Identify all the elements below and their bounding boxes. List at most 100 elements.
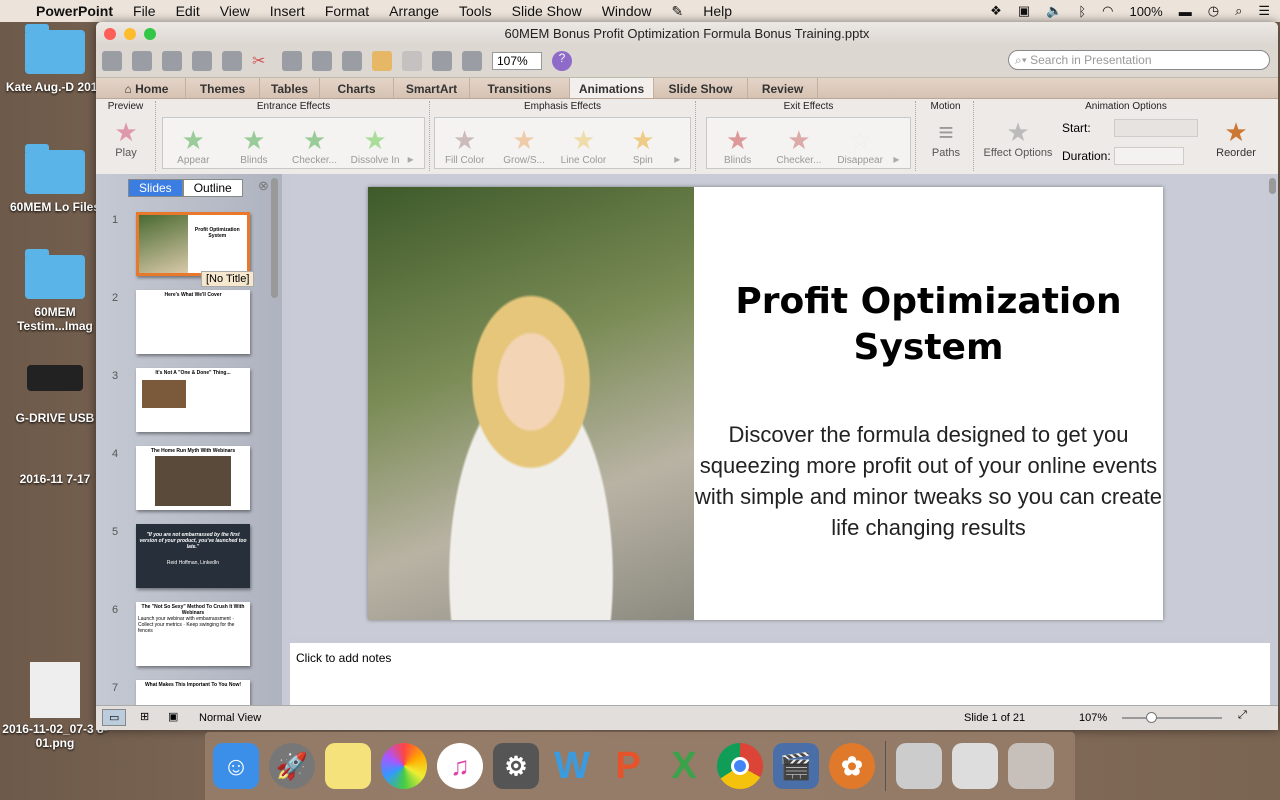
effect-fill-color[interactable]: ★ Fill Color	[437, 125, 493, 166]
powerpoint-icon[interactable]: P	[605, 743, 651, 789]
slide-thumbnail-2[interactable]: Here's What We'll Cover	[136, 290, 250, 354]
new-icon[interactable]	[102, 51, 122, 71]
tab-tables[interactable]: Tables	[260, 78, 320, 98]
tab-transitions[interactable]: Transitions	[470, 78, 570, 98]
gallery-icon[interactable]	[132, 51, 152, 71]
trash-icon[interactable]	[1008, 743, 1054, 789]
effect-options-button[interactable]: ★ Effect Options	[980, 117, 1056, 159]
undo-icon[interactable]	[372, 51, 392, 71]
format-painter-icon[interactable]	[342, 51, 362, 71]
tab-outline[interactable]: Outline	[182, 179, 243, 197]
itunes-icon[interactable]: ♫	[437, 743, 483, 789]
desktop-folder[interactable]: 60MEM Testim...Imag	[0, 249, 110, 333]
search-input[interactable]: ⌕▾ Search in Presentation	[1008, 50, 1270, 70]
bluetooth-icon[interactable]: ᛒ	[1078, 4, 1086, 19]
photos-icon[interactable]	[381, 743, 427, 789]
notes-icon[interactable]	[325, 743, 371, 789]
tab-slide-show[interactable]: Slide Show	[654, 78, 748, 98]
tab-smartart[interactable]: SmartArt	[394, 78, 470, 98]
effect-grow-shrink[interactable]: ★ Grow/S...	[496, 125, 552, 166]
effect-blinds[interactable]: ★ Blinds	[226, 125, 282, 166]
camera-icon[interactable]: ▣	[1018, 3, 1030, 19]
system-preferences-icon[interactable]: ⚙	[493, 743, 539, 789]
paste-icon[interactable]	[312, 51, 332, 71]
normal-view-button[interactable]: ▭	[102, 709, 127, 726]
slide-thumbnail-6[interactable]: The "Not So Sexy" Method To Crush It Wit…	[136, 602, 250, 666]
minimized-window-icon[interactable]	[896, 743, 942, 789]
slide-show-button[interactable]: ▣	[162, 709, 184, 724]
dropbox-icon[interactable]: ❖	[990, 3, 1002, 19]
fit-window-icon[interactable]: ⤢	[1238, 709, 1247, 722]
cut-icon[interactable]: ✂	[252, 51, 272, 71]
desktop-file[interactable]: 2016-11 7-17	[0, 472, 110, 486]
duration-input[interactable]	[1114, 147, 1184, 165]
panel-scrollbar[interactable]	[271, 178, 278, 298]
menu-edit[interactable]: Edit	[176, 3, 200, 19]
menu-format[interactable]: Format	[325, 3, 369, 19]
desktop-file[interactable]: 2016-11-02_07-3 8-01.png	[0, 662, 110, 750]
open-icon[interactable]	[162, 51, 182, 71]
menu-slide-show[interactable]: Slide Show	[512, 3, 582, 19]
media-icon[interactable]	[462, 51, 482, 71]
menu-insert[interactable]: Insert	[270, 3, 305, 19]
help-icon[interactable]: ?	[552, 51, 572, 71]
tab-charts[interactable]: Charts	[320, 78, 394, 98]
word-icon[interactable]: W	[549, 743, 595, 789]
slide-scrollbar[interactable]	[1269, 178, 1276, 194]
app-menu[interactable]: PowerPoint	[36, 3, 113, 19]
tab-slides[interactable]: Slides	[128, 179, 183, 197]
effect-dissolve-in[interactable]: ★ Dissolve In	[347, 125, 403, 166]
slide-layout-icon[interactable]	[432, 51, 452, 71]
zoom-slider-thumb[interactable]	[1146, 712, 1157, 723]
copy-icon[interactable]	[282, 51, 302, 71]
script-icon[interactable]: ✎	[672, 3, 684, 20]
desktop-drive[interactable]: G-DRIVE USB	[0, 365, 110, 425]
effect-checker[interactable]: ★ Checker...	[286, 125, 342, 166]
launchpad-icon[interactable]: 🚀	[269, 743, 315, 789]
finder-icon[interactable]: ☺	[213, 743, 259, 789]
more-arrow-icon[interactable]: ▸	[893, 152, 907, 166]
menu-help[interactable]: Help	[703, 3, 732, 19]
effect-line-color[interactable]: ★ Line Color	[555, 125, 611, 166]
reorder-button[interactable]: ★ Reorder	[1208, 117, 1264, 159]
slide-thumbnail-5[interactable]: "If you are not embarrassed by the first…	[136, 524, 250, 588]
save-icon[interactable]	[192, 51, 212, 71]
more-arrow-icon[interactable]: ▸	[408, 152, 422, 166]
clock-icon[interactable]: ◷	[1208, 3, 1219, 19]
redo-icon[interactable]	[402, 51, 422, 71]
play-button[interactable]: ★ Play	[98, 117, 154, 159]
desktop-folder[interactable]: 60MEM Lo Files	[0, 144, 110, 214]
start-select[interactable]	[1114, 119, 1198, 137]
slide-sorter-button[interactable]: ⊞	[134, 709, 155, 724]
slide-thumbnail-1[interactable]: Profit Optimization System	[136, 212, 250, 276]
effect-disappear[interactable]: ☆ Disappear	[832, 125, 888, 166]
notification-icon[interactable]: ☰	[1258, 3, 1270, 19]
effect-appear[interactable]: ★ Appear	[165, 125, 221, 166]
menu-window[interactable]: Window	[602, 3, 652, 19]
tab-home[interactable]: ⌂ Home	[108, 78, 186, 98]
slide-thumbnail-3[interactable]: It's Not A "One & Done" Thing...	[136, 368, 250, 432]
excel-icon[interactable]: X	[661, 743, 707, 789]
battery-percent[interactable]: 100%	[1129, 4, 1162, 19]
effect-exit-blinds[interactable]: ★ Blinds	[710, 125, 766, 166]
notes-pane[interactable]: Click to add notes	[290, 643, 1270, 705]
more-arrow-icon[interactable]: ▸	[674, 152, 688, 166]
close-panel-icon[interactable]: ⊗	[258, 178, 269, 194]
print-icon[interactable]	[222, 51, 242, 71]
tab-review[interactable]: Review	[748, 78, 818, 98]
tab-themes[interactable]: Themes	[186, 78, 260, 98]
wifi-icon[interactable]: ◠	[1102, 3, 1113, 19]
menu-tools[interactable]: Tools	[459, 3, 492, 19]
minimized-window-icon[interactable]	[952, 743, 998, 789]
menu-view[interactable]: View	[220, 3, 250, 19]
effect-exit-checker[interactable]: ★ Checker...	[771, 125, 827, 166]
menu-file[interactable]: File	[133, 3, 156, 19]
paths-button[interactable]: ≡ Paths	[918, 117, 974, 159]
slide-title[interactable]: Profit Optimization System	[694, 279, 1163, 371]
slide-body[interactable]: Discover the formula designed to get you…	[694, 419, 1163, 543]
volume-icon[interactable]: 🔈	[1046, 3, 1062, 19]
current-slide[interactable]: Profit Optimization System Discover the …	[368, 187, 1163, 620]
zoom-select[interactable]: 107%	[492, 52, 542, 70]
effect-spin[interactable]: ★ Spin	[615, 125, 671, 166]
spotlight-icon[interactable]: ⌕	[1235, 3, 1242, 19]
